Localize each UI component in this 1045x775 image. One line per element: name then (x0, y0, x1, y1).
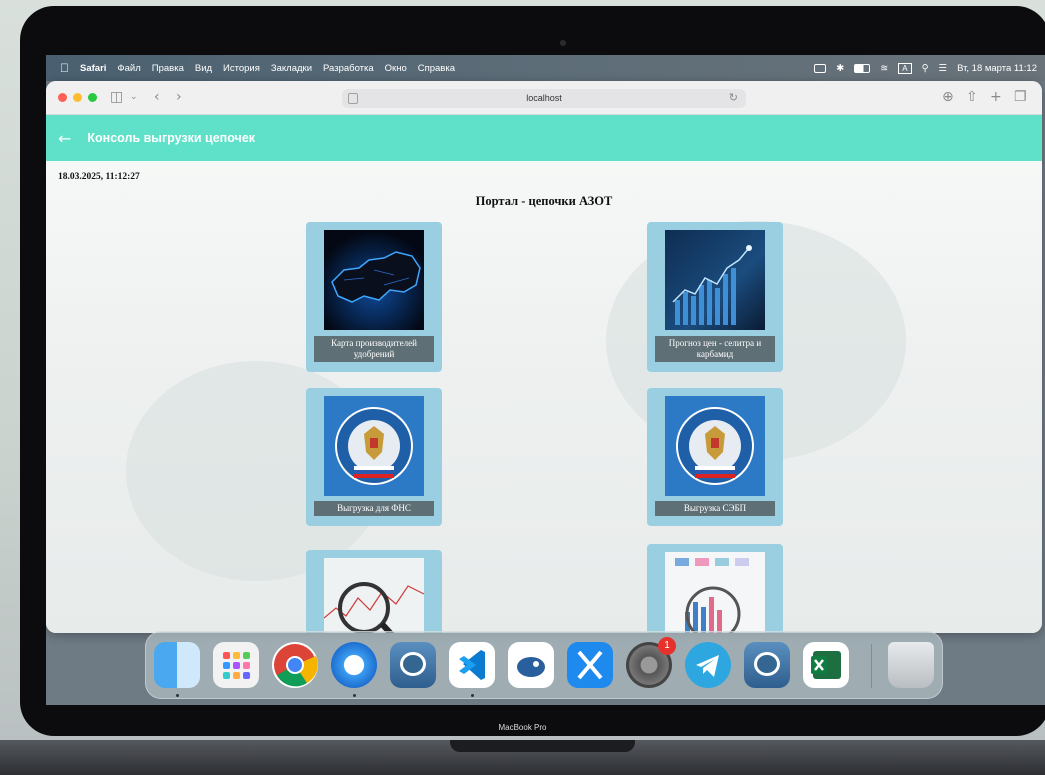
card-sebp-export[interactable]: Выгрузка СЭБП (647, 388, 783, 526)
page-settings-icon[interactable] (348, 93, 358, 104)
card-price-forecast[interactable]: Прогноз цен - селитра и карбамид (647, 222, 783, 372)
spotlight-search-icon[interactable]: ⚲ (922, 63, 929, 74)
card-label: Прогноз цен - селитра и карбамид (655, 336, 775, 362)
battery-icon[interactable] (854, 63, 871, 73)
menu-app-name[interactable]: Safari (80, 63, 106, 74)
menu-view[interactable]: Вид (195, 63, 212, 74)
card-analytics-1[interactable] (306, 550, 442, 633)
launchpad-icon[interactable] (213, 642, 259, 688)
back-icon[interactable]: ‹ (154, 88, 160, 106)
fns-emblem-icon (665, 396, 765, 496)
vscode-icon[interactable] (449, 642, 495, 688)
running-indicator (471, 694, 474, 697)
new-tab-icon[interactable]: + (990, 88, 1002, 106)
running-indicator (176, 694, 179, 697)
display-icon[interactable] (814, 63, 827, 73)
magnifier-chart-icon (324, 558, 424, 633)
main-content: 18.03.2025, 11:12:27 Портал - цепочки АЗ… (46, 161, 1042, 633)
excel-icon[interactable] (803, 642, 849, 688)
sidebar-toggle-icon[interactable]: ◫ (110, 88, 123, 106)
tab-overview-icon[interactable]: ❐ (1014, 88, 1027, 106)
brand-label: MacBook Pro (498, 723, 547, 732)
analytics-chart-icon (665, 552, 765, 633)
menu-develop[interactable]: Разработка (323, 63, 374, 74)
minimize-window-button[interactable] (73, 93, 82, 102)
forward-icon[interactable]: › (176, 88, 182, 106)
downloads-icon[interactable]: ⊕ (942, 88, 954, 106)
card-label: Выгрузка для ФНС (314, 501, 434, 516)
card-fns-export[interactable]: Выгрузка для ФНС (306, 388, 442, 526)
notification-badge: 1 (658, 637, 676, 655)
menu-window[interactable]: Окно (385, 63, 407, 74)
app-header: ← Консоль выгрузки цепочек (46, 115, 1042, 161)
pgadmin-icon[interactable] (390, 642, 436, 688)
timestamp: 18.03.2025, 11:12:27 (58, 172, 140, 182)
card-analytics-2[interactable] (647, 544, 783, 633)
control-center-icon[interactable]: ☰ (939, 63, 948, 74)
page-title: Портал - цепочки АЗОТ (475, 194, 613, 208)
arrow-left-icon[interactable]: ← (58, 129, 71, 148)
apple-menu-icon[interactable]:  (60, 61, 69, 75)
input-source-icon[interactable]: A (898, 62, 912, 74)
bluetooth-icon[interactable]: ✱ (836, 63, 844, 74)
url-text: localhost (526, 93, 562, 103)
menu-bookmarks[interactable]: Закладки (271, 63, 312, 74)
forecast-chart-icon (665, 230, 765, 330)
share-icon[interactable]: ⇧ (966, 88, 978, 106)
dock: 1 (145, 631, 943, 699)
running-indicator (353, 694, 356, 697)
zoom-window-button[interactable] (88, 93, 97, 102)
map-icon (324, 230, 424, 330)
menu-file[interactable]: Файл (117, 63, 140, 74)
fns-emblem-icon (324, 396, 424, 496)
camera-icon (560, 40, 566, 46)
menu-help[interactable]: Справка (418, 63, 455, 74)
card-producers-map[interactable]: Карта производителей удобрений (306, 222, 442, 372)
dbeaver-icon[interactable] (508, 642, 554, 688)
dock-separator (871, 644, 872, 688)
reload-icon[interactable]: ↻ (729, 89, 738, 108)
address-bar[interactable]: localhost ↻ (342, 89, 746, 108)
menu-bar:  Safari Файл Правка Вид История Закладк… (46, 55, 1045, 81)
safari-icon[interactable] (331, 642, 377, 688)
app-title: Консоль выгрузки цепочек (87, 131, 256, 145)
finder-icon[interactable] (154, 642, 200, 688)
telegram-icon[interactable] (685, 642, 731, 688)
pgadmin-icon[interactable] (744, 642, 790, 688)
screen:  Safari Файл Правка Вид История Закладк… (46, 55, 1045, 705)
wifi-icon[interactable]: ≊ (880, 63, 888, 74)
close-window-button[interactable] (58, 93, 67, 102)
chrome-icon[interactable] (272, 642, 318, 688)
menu-history[interactable]: История (223, 63, 260, 74)
safari-window: ◫ ⌄ ‹ › localhost ↻ ⊕ ⇧ + ❐ ← Консоль вы… (46, 81, 1042, 633)
xcode-icon[interactable] (567, 642, 613, 688)
browser-toolbar: ◫ ⌄ ‹ › localhost ↻ ⊕ ⇧ + ❐ (46, 81, 1042, 115)
menu-clock[interactable]: Вт, 18 марта 11:12 (957, 63, 1037, 74)
card-label: Выгрузка СЭБП (655, 501, 775, 516)
chevron-down-icon[interactable]: ⌄ (130, 88, 138, 106)
laptop-notch (450, 740, 635, 752)
menu-edit[interactable]: Правка (152, 63, 184, 74)
trash-icon[interactable] (888, 642, 934, 688)
card-label: Карта производителей удобрений (314, 336, 434, 362)
